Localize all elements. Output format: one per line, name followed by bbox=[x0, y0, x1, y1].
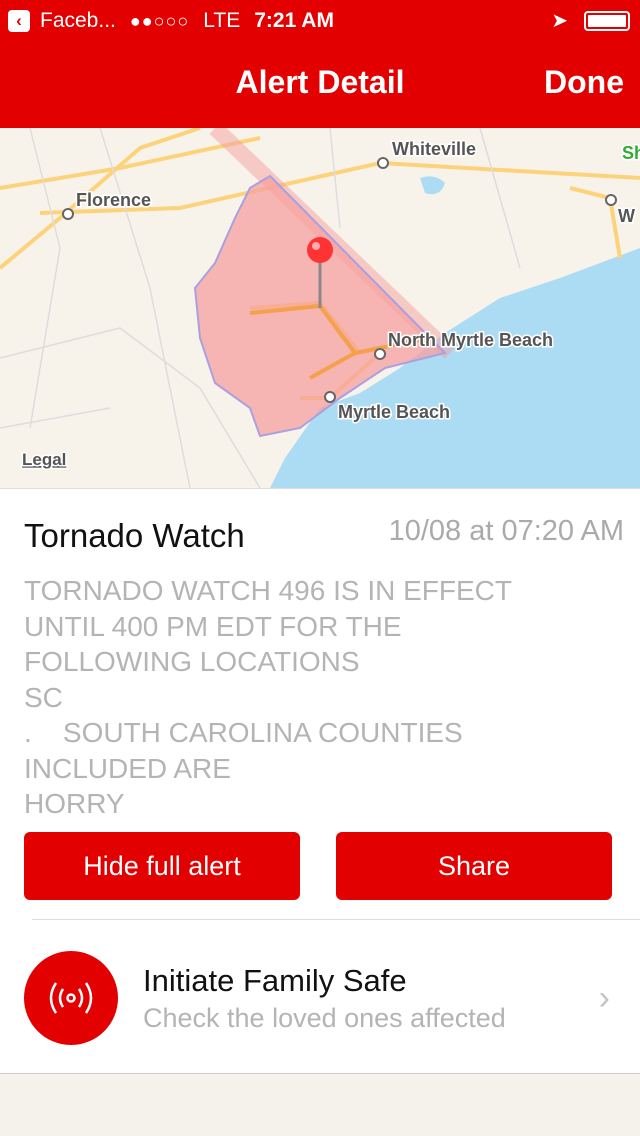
family-safe-title: Initiate Family Safe bbox=[143, 963, 407, 998]
alert-map[interactable]: Whiteville Florence North Myrtle Beach M… bbox=[0, 128, 640, 488]
location-arrow-icon: ➤ bbox=[551, 10, 568, 32]
map-label: Florence bbox=[76, 190, 151, 210]
divider bbox=[32, 919, 640, 920]
done-button[interactable]: Done bbox=[544, 64, 624, 101]
status-bar: ‹ Faceb... ●●○○○ LTE 7:21 AM ➤ bbox=[8, 6, 632, 36]
back-app-label[interactable]: Faceb... bbox=[40, 9, 116, 33]
map-label: Whiteville bbox=[392, 139, 476, 159]
signal-indicator: ●●○○○ bbox=[129, 10, 190, 31]
map-label: Sh bbox=[622, 143, 640, 163]
carrier: LTE bbox=[203, 9, 241, 32]
family-safe-subtitle: Check the loved ones affected bbox=[143, 1003, 506, 1033]
broadcast-icon bbox=[24, 951, 118, 1045]
battery-icon bbox=[584, 11, 630, 31]
clock: 7:21 AM bbox=[254, 9, 334, 32]
header: ‹ Faceb... ●●○○○ LTE 7:21 AM ➤ Alert Det… bbox=[0, 0, 640, 128]
share-button[interactable]: Share bbox=[336, 832, 612, 900]
chevron-right-icon: › bbox=[598, 979, 610, 1017]
map-pin-icon bbox=[307, 237, 333, 263]
hide-full-alert-button[interactable]: Hide full alert bbox=[24, 832, 300, 900]
alert-body: TORNADO WATCH 496 IS IN EFFECT UNTIL 400… bbox=[24, 575, 512, 819]
back-to-app-icon[interactable]: ‹ bbox=[8, 10, 30, 32]
legal-link[interactable]: Legal bbox=[21, 449, 68, 471]
map-label: North Myrtle Beach bbox=[388, 330, 553, 350]
alert-card: Tornado Watch 10/08 at 07:20 AM TORNADO … bbox=[0, 488, 640, 1074]
map-label: Myrtle Beach bbox=[338, 402, 450, 422]
alert-timestamp: 10/08 at 07:20 AM bbox=[388, 515, 624, 547]
map-label: W bbox=[618, 206, 635, 226]
alert-title: Tornado Watch bbox=[24, 517, 245, 554]
